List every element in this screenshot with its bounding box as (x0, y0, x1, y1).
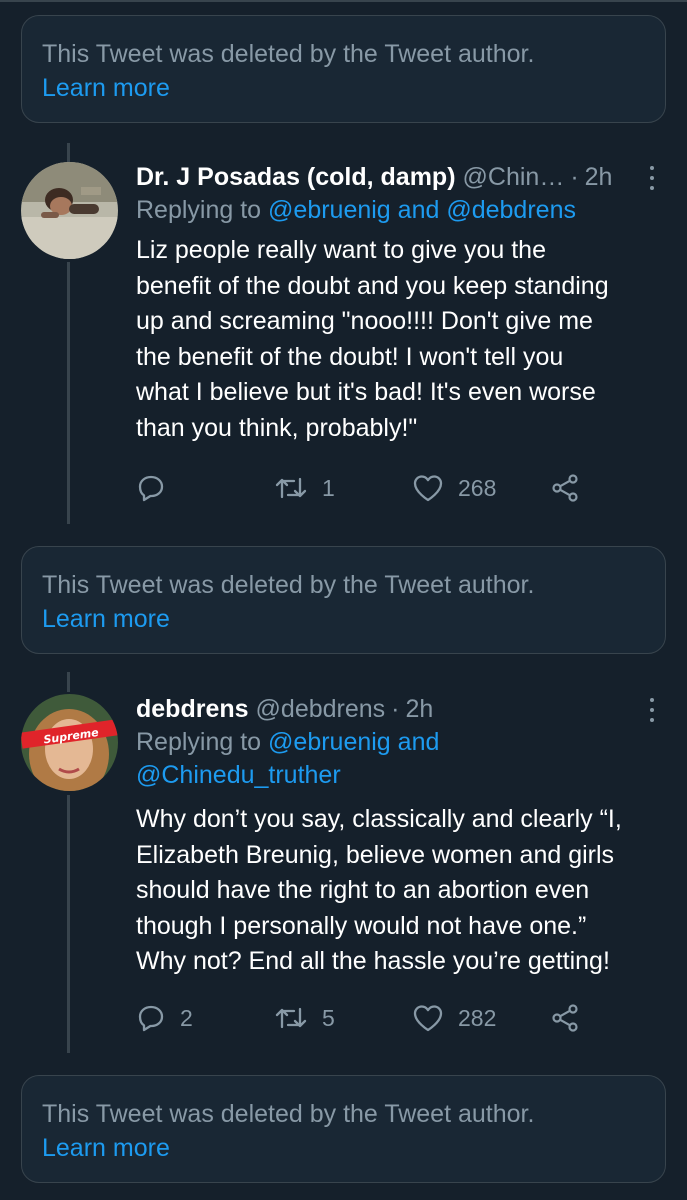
deleted-tweet-text: This Tweet was deleted by the Tweet auth… (42, 40, 535, 68)
mention-link[interactable]: @ebruenig (268, 196, 391, 224)
mention-link[interactable]: @debdrens (446, 196, 576, 224)
reply-icon (138, 475, 164, 502)
retweet-count: 1 (322, 474, 335, 501)
tweet-header: debdrens @debdrens · 2h (136, 692, 666, 726)
reply-button[interactable]: 2 (136, 1001, 193, 1035)
tweet[interactable]: Dr. J Posadas (cold, damp) @Chin… · 2h R… (0, 160, 687, 530)
retweet-button[interactable]: 1 (274, 471, 335, 505)
tweet-time[interactable]: 2h (406, 692, 434, 726)
share-icon (552, 474, 578, 502)
tweet-text: Why don’t you say, classically and clear… (136, 805, 622, 975)
deleted-tweet-text: This Tweet was deleted by the Tweet auth… (42, 571, 535, 599)
user-handle[interactable]: @debdrens (256, 692, 386, 726)
tweet-actions: 1 268 (136, 471, 636, 505)
learn-more-link[interactable]: Learn more (42, 71, 645, 105)
mention-link[interactable]: @ebruenig (268, 728, 391, 756)
tweet-text: Liz people really want to give you the b… (136, 236, 609, 442)
tweet-actions: 2 5 282 (136, 1001, 636, 1035)
deleted-tweet-notice: This Tweet was deleted by the Tweet auth… (21, 1075, 666, 1183)
more-options-icon[interactable] (648, 698, 656, 722)
top-divider (0, 0, 687, 2)
retweet-count: 5 (322, 1004, 335, 1031)
share-button[interactable] (550, 1001, 580, 1035)
avatar-photo-icon (21, 162, 118, 259)
tweet-header: Dr. J Posadas (cold, damp) @Chin… · 2h (136, 160, 666, 194)
like-button[interactable]: 268 (412, 471, 496, 505)
learn-more-link[interactable]: Learn more (42, 1131, 645, 1165)
deleted-tweet-notice: This Tweet was deleted by the Tweet auth… (21, 15, 666, 123)
reply-count: 2 (180, 1004, 193, 1031)
like-button[interactable]: 282 (412, 1001, 496, 1035)
mention-link[interactable]: @Chinedu_truther (136, 761, 341, 789)
share-icon (552, 1004, 578, 1032)
avatar[interactable]: Supreme (21, 694, 118, 791)
deleted-tweet-notice: This Tweet was deleted by the Tweet auth… (21, 546, 666, 654)
like-count: 268 (458, 474, 497, 501)
timeline: This Tweet was deleted by the Tweet auth… (0, 0, 687, 1200)
tweet[interactable]: Supreme debdrens @debdrens · 2h Replying… (0, 692, 687, 1062)
share-button[interactable] (550, 471, 580, 505)
more-options-icon[interactable] (648, 166, 656, 190)
learn-more-link[interactable]: Learn more (42, 602, 645, 636)
retweet-icon (275, 477, 307, 499)
display-name[interactable]: Dr. J Posadas (cold, damp) (136, 160, 456, 194)
replying-to: Replying to @ebruenig and @Chinedu_truth… (136, 728, 440, 789)
tweet-time[interactable]: 2h (585, 160, 613, 194)
like-count: 282 (458, 1004, 497, 1031)
replying-to: Replying to @ebruenig and @debdrens (136, 196, 576, 224)
avatar[interactable] (21, 162, 118, 259)
avatar-photo-icon: Supreme (21, 694, 118, 791)
heart-icon (413, 475, 443, 502)
reply-icon (138, 1005, 164, 1032)
thread-connector (67, 672, 70, 692)
heart-icon (413, 1005, 443, 1032)
user-handle[interactable]: @Chin… (463, 160, 565, 194)
retweet-button[interactable]: 5 (274, 1001, 335, 1035)
deleted-tweet-text: This Tweet was deleted by the Tweet auth… (42, 1100, 535, 1128)
display-name[interactable]: debdrens (136, 692, 249, 726)
reply-button[interactable] (136, 471, 180, 505)
retweet-icon (275, 1007, 307, 1029)
